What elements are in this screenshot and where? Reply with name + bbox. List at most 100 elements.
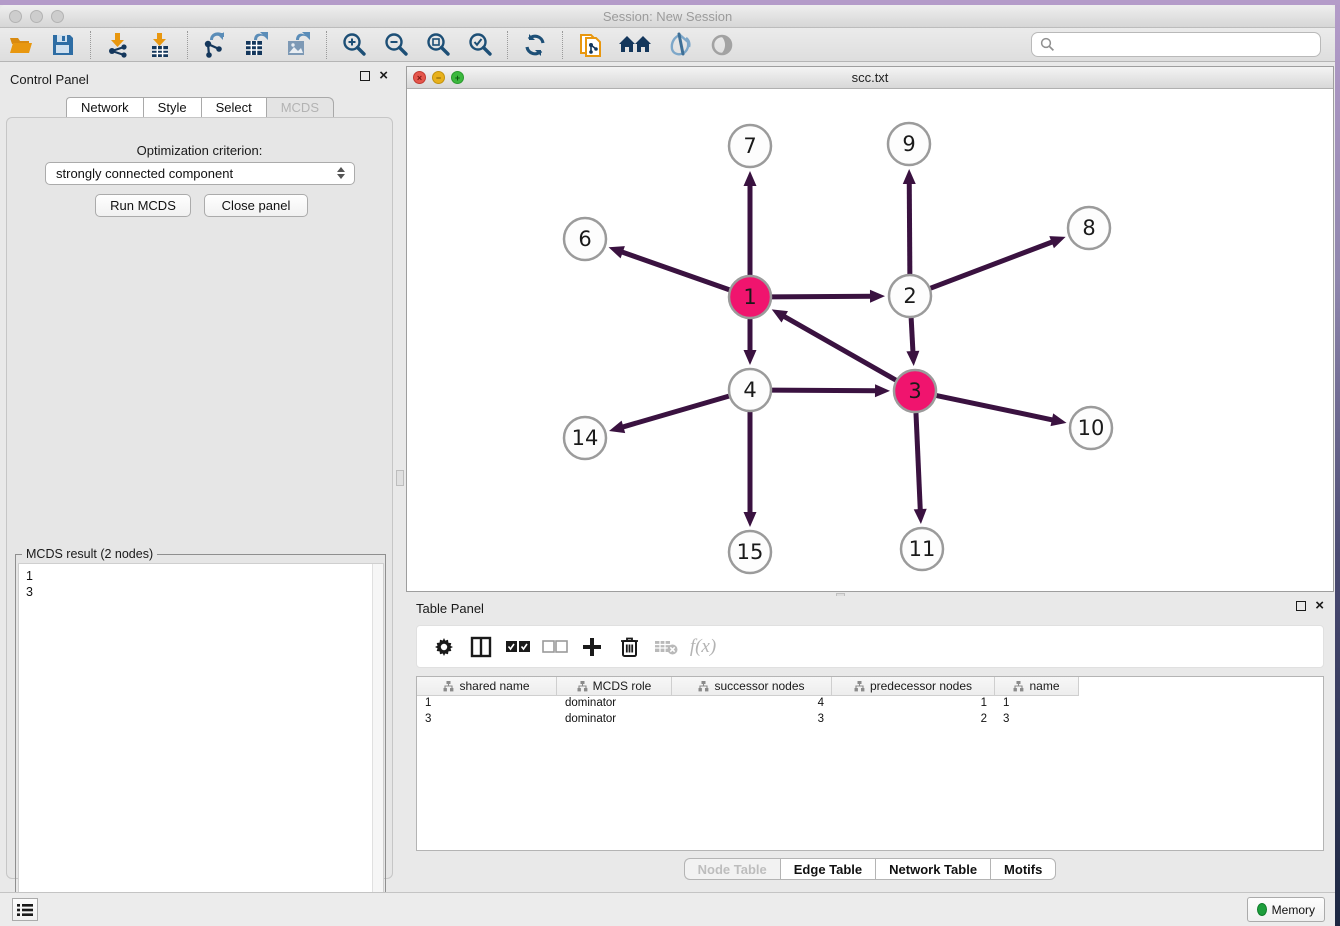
- graph-edge-arrow-2-9: [903, 169, 916, 184]
- graph-edge-3-1[interactable]: [782, 315, 896, 380]
- tab-network[interactable]: Network: [66, 97, 143, 118]
- refresh-icon[interactable]: [521, 31, 549, 59]
- table-toolbar: f(x): [416, 625, 1324, 668]
- graph-node-label-2: 2: [903, 284, 916, 308]
- add-column-icon[interactable]: [577, 634, 607, 660]
- table-row[interactable]: 1dominator411: [417, 696, 1323, 712]
- hierarchy-icon: [854, 681, 865, 692]
- hierarchy-icon: [443, 681, 454, 692]
- table-cell[interactable]: 3: [995, 712, 1079, 728]
- graph-node-label-15: 15: [737, 540, 764, 564]
- list-icon: [17, 903, 33, 917]
- home-layout-icon[interactable]: [618, 31, 652, 59]
- optimization-criterion-label: Optimization criterion:: [7, 143, 392, 158]
- column-header-successor-nodes[interactable]: successor nodes: [672, 677, 832, 696]
- control-panel-tabs: Network Style Select MCDS: [0, 97, 400, 118]
- tab-motifs[interactable]: Motifs: [990, 858, 1056, 880]
- tab-mcds[interactable]: MCDS: [266, 97, 334, 118]
- node-table-body: 1dominator4113dominator323: [417, 696, 1323, 728]
- export-table-icon[interactable]: [243, 31, 271, 59]
- graph-edge-3-11[interactable]: [916, 413, 920, 512]
- delete-column-icon[interactable]: [614, 634, 644, 660]
- save-session-icon[interactable]: [49, 31, 77, 59]
- graph-edge-2-3[interactable]: [911, 318, 913, 354]
- control-panel-float-icon[interactable]: [360, 71, 370, 81]
- tab-network-table[interactable]: Network Table: [875, 858, 990, 880]
- select-all-icon[interactable]: [503, 634, 533, 660]
- table-cell[interactable]: 3: [672, 712, 832, 728]
- graph-edge-4-14[interactable]: [621, 396, 729, 428]
- table-row[interactable]: 3dominator323: [417, 712, 1323, 728]
- graph-edge-4-3[interactable]: [772, 390, 878, 391]
- tab-node-table[interactable]: Node Table: [684, 858, 780, 880]
- main-toolbar: [0, 28, 1335, 62]
- tab-select[interactable]: Select: [201, 97, 266, 118]
- duplicate-network-icon[interactable]: [576, 31, 604, 59]
- close-panel-button[interactable]: Close panel: [204, 194, 308, 217]
- window-title: Session: New Session: [0, 9, 1335, 24]
- column-header-shared-name[interactable]: shared name: [417, 677, 557, 696]
- table-cell[interactable]: 4: [672, 696, 832, 712]
- network-canvas[interactable]: 7968124314101511: [407, 89, 1333, 591]
- export-network-icon[interactable]: [201, 31, 229, 59]
- table-settings-gear-icon[interactable]: [429, 634, 459, 660]
- tab-edge-table[interactable]: Edge Table: [780, 858, 875, 880]
- graph-edge-3-10[interactable]: [937, 396, 1055, 421]
- graph-edge-2-8[interactable]: [931, 241, 1055, 288]
- table-cell[interactable]: 1: [995, 696, 1079, 712]
- tab-style[interactable]: Style: [143, 97, 201, 118]
- search-input[interactable]: [1061, 37, 1312, 52]
- open-file-icon[interactable]: [7, 31, 35, 59]
- hierarchy-icon: [698, 681, 709, 692]
- graph-edge-arrow-1-2: [870, 290, 885, 303]
- zoom-out-icon[interactable]: [382, 31, 410, 59]
- deselect-all-icon[interactable]: [540, 634, 570, 660]
- graph-edge-arrow-4-3: [875, 384, 890, 397]
- style-brush-icon[interactable]: [666, 31, 694, 59]
- table-cell[interactable]: 1: [417, 696, 557, 712]
- zoom-in-icon[interactable]: [340, 31, 368, 59]
- table-cell[interactable]: 3: [417, 712, 557, 728]
- column-header-name[interactable]: name: [995, 677, 1079, 696]
- function-builder-icon: f(x): [688, 634, 718, 660]
- table-cell[interactable]: 1: [832, 696, 995, 712]
- eye-icon[interactable]: [708, 31, 736, 59]
- table-tabs: Node Table Edge Table Network Table Moti…: [406, 858, 1334, 880]
- import-table-icon[interactable]: [146, 31, 174, 59]
- run-mcds-button[interactable]: Run MCDS: [95, 194, 191, 217]
- column-header-predecessor-nodes[interactable]: predecessor nodes: [832, 677, 995, 696]
- table-cell[interactable]: 2: [832, 712, 995, 728]
- mcds-result-textarea[interactable]: 1 3: [18, 563, 384, 926]
- table-panel-float-icon[interactable]: [1296, 601, 1306, 611]
- zoom-fit-icon[interactable]: [424, 31, 452, 59]
- table-cell[interactable]: dominator: [557, 696, 672, 712]
- title-bar: Session: New Session: [0, 5, 1335, 28]
- graph-edge-2-9[interactable]: [909, 181, 910, 274]
- zoom-selected-icon[interactable]: [466, 31, 494, 59]
- mcds-result-title: MCDS result (2 nodes): [22, 547, 157, 561]
- graph-edge-1-2[interactable]: [772, 296, 873, 297]
- graph-node-label-11: 11: [909, 537, 936, 561]
- mcds-result-text: 1 3: [19, 564, 371, 926]
- vertical-splitter-handle[interactable]: [396, 470, 404, 486]
- node-table-header: shared nameMCDS rolesuccessor nodesprede…: [417, 677, 1323, 696]
- export-image-icon[interactable]: [285, 31, 313, 59]
- task-history-button[interactable]: [12, 898, 38, 921]
- memory-button[interactable]: Memory: [1247, 897, 1325, 922]
- graph-edge-1-6[interactable]: [620, 251, 729, 289]
- table-cell[interactable]: dominator: [557, 712, 672, 728]
- show-columns-icon[interactable]: [466, 634, 496, 660]
- graph-edge-arrow-1-6: [609, 246, 625, 258]
- mcds-result-scrollbar[interactable]: [372, 564, 383, 926]
- control-panel-close-icon[interactable]: ×: [379, 71, 388, 81]
- graph-edge-arrow-2-3: [906, 351, 919, 366]
- optimization-criterion-select[interactable]: strongly connected component: [45, 162, 355, 185]
- mcds-result-group: MCDS result (2 nodes) 1 3: [15, 554, 386, 926]
- graph-edge-arrow-4-14: [609, 421, 625, 433]
- import-network-icon[interactable]: [104, 31, 132, 59]
- search-field[interactable]: [1031, 32, 1321, 57]
- column-header-MCDS-role[interactable]: MCDS role: [557, 677, 672, 696]
- graph-node-label-8: 8: [1082, 216, 1095, 240]
- table-panel-close-icon[interactable]: ×: [1315, 601, 1324, 611]
- network-window-titlebar[interactable]: × − + scc.txt: [407, 67, 1333, 89]
